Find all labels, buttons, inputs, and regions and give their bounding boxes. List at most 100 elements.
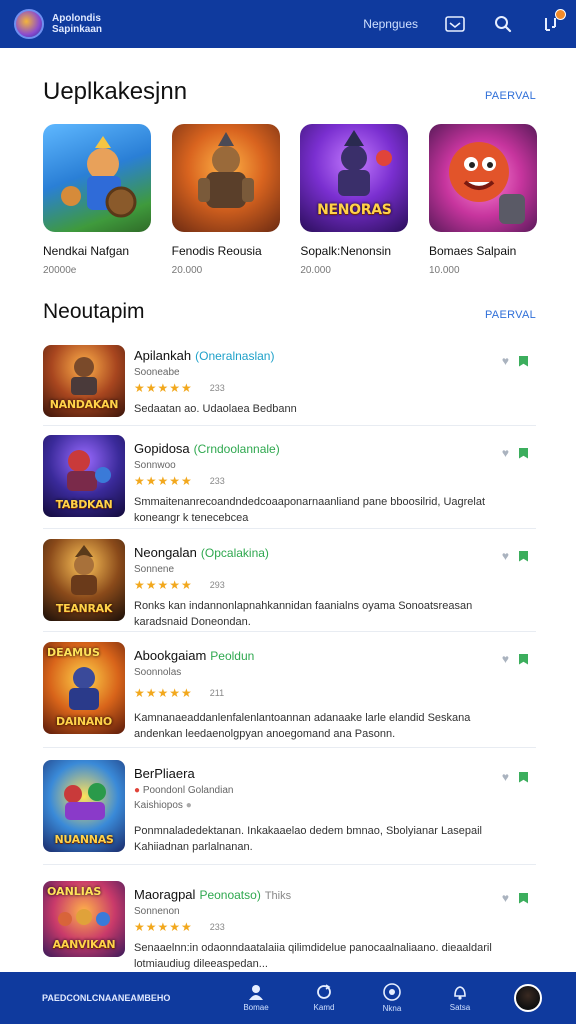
bottom-bar: PAEDCONLCNAANEAMBEHO Bomae Kamd Nkna Sat… — [0, 972, 576, 1024]
rating-count: 233 — [209, 476, 225, 486]
featured-card-title: Fenodis Reousia — [171, 244, 262, 258]
game-subtitle: Sonnene — [134, 564, 175, 575]
game-subtitle: Soonnolas — [134, 667, 182, 678]
game-subtitle: Sonnwoo — [134, 460, 176, 471]
list-item[interactable]: NUANNAS BerPliaera ● Poondonl Golandian … — [43, 748, 536, 865]
bookmark-icon[interactable] — [519, 892, 528, 904]
game-thumbnail-title: NUANNAS — [54, 833, 114, 846]
game-thumbnail-subtitle: OANLIAS — [47, 885, 102, 898]
like-icon[interactable]: ♥ — [502, 652, 509, 666]
game-description: Ponmnaladedektanan. Inkakaaelao dedem bm… — [134, 825, 482, 853]
featured-header: Ueplkakesjnn PAERVAL — [43, 78, 536, 106]
game-subtitle: ● Poondonl Golandian — [134, 785, 234, 796]
like-icon[interactable]: ♥ — [502, 446, 509, 460]
game-tag: Peonoatso) — [199, 888, 261, 902]
search-icon[interactable] — [492, 13, 514, 35]
top-nav-link[interactable]: Nepngues — [363, 17, 418, 31]
bookmark-icon[interactable] — [519, 447, 528, 459]
rating-stars: ★★★★★ — [134, 578, 193, 592]
rating-count: 211 — [209, 688, 225, 698]
nav-label: Nkna — [382, 1004, 402, 1013]
like-icon[interactable]: ♥ — [502, 354, 509, 368]
game-thumbnail-title: AANVIKAN — [52, 938, 116, 951]
featured-card-title: Bomaes Salpain — [428, 244, 517, 258]
brand-text: Apolondis Sapinkaan — [52, 13, 102, 35]
game-title: Maoragpal — [134, 887, 196, 902]
game-title: Apilankah — [134, 348, 192, 363]
game-description: Smmaitenanrecoandndedcoaaponarnaanliand … — [134, 496, 486, 524]
featured-title: Ueplkakesjnn — [43, 78, 188, 105]
list-item[interactable]: NANDAKAN Apilankah (Oneralnaslan) Sooneab… — [43, 342, 536, 426]
rating-count: 233 — [209, 922, 225, 932]
bottom-nav: Bomae Kamd Nkna Satsa — [222, 983, 562, 1013]
bookmark-icon[interactable] — [519, 550, 528, 562]
featured-card-title: Sopalk:Nenonsin — [300, 244, 392, 258]
rating-stars: ★★★★★ — [134, 474, 193, 488]
bottom-bar-label: PAEDCONLCNAANEAMBEHO — [42, 993, 171, 1003]
nav-item-refresh[interactable]: Kamd — [304, 984, 344, 1012]
bookmark-icon[interactable] — [519, 653, 528, 665]
bookmark-icon[interactable] — [519, 355, 528, 367]
notification-badge — [555, 9, 566, 20]
nav-item-home[interactable]: Bomae — [236, 984, 276, 1012]
like-icon[interactable]: ♥ — [502, 891, 509, 905]
list-item[interactable]: OANLIAS AANVIKAN Maoragpal Peonoatso) Thik… — [43, 865, 536, 970]
game-subtitle: Sonnenon — [134, 906, 180, 917]
avatar — [514, 984, 542, 1012]
brand-logo — [14, 9, 44, 39]
game-thumbnail: TEANRAK — [43, 539, 125, 621]
list-title: Neoutapim — [43, 300, 145, 323]
list-item[interactable]: DEAMUS DAINANO Abookgaiam Peoldun Soonnol… — [43, 632, 536, 748]
inbox-icon[interactable] — [444, 13, 466, 35]
list-see-all-link[interactable]: PAERVAL — [485, 309, 536, 321]
info-icon — [383, 983, 401, 1001]
rating-count: 293 — [209, 580, 225, 590]
nav-item-info[interactable]: Nkna — [372, 983, 412, 1013]
game-subtitle: Sooneabe — [134, 367, 180, 378]
nav-label: Kamd — [313, 1003, 335, 1012]
featured-card-count: 20.000 — [300, 265, 331, 276]
game-art — [428, 124, 537, 232]
bell-icon — [454, 986, 466, 1000]
featured-card-count: 20.000 — [171, 265, 203, 276]
game-thumbnail: TABDKAN — [43, 435, 125, 517]
notification-icon[interactable] — [540, 9, 566, 35]
game-art — [43, 124, 151, 232]
like-icon[interactable]: ♥ — [502, 549, 509, 563]
nav-label: Bomae — [243, 1003, 269, 1012]
game-extra: Thiks — [264, 890, 292, 902]
like-icon[interactable]: ♥ — [502, 770, 509, 784]
list-item[interactable]: TEANRAK Neongalan (Opcalakina) Sonnene ★★… — [43, 529, 536, 632]
game-description: Ronks kan indannonlapnahkannidan faanial… — [134, 600, 473, 628]
brand-line-2: Sapinkaan — [52, 24, 103, 35]
game-thumbnail: DEAMUS DAINANO — [43, 642, 125, 734]
brand[interactable]: Apolondis Sapinkaan — [14, 9, 102, 39]
game-list: NANDAKAN Apilankah (Oneralnaslan) Sooneab… — [43, 342, 536, 970]
brand-line-1: Apolondis — [52, 13, 101, 24]
featured-card[interactable]: Nendkai Nafgan 20000e — [43, 124, 151, 276]
game-art: NENORAS — [300, 124, 409, 232]
nav-label: Satsa — [449, 1003, 471, 1012]
game-tag: (Opcalakina) — [200, 546, 269, 560]
game-title: BerPliaera — [134, 766, 195, 781]
game-title: Abookgaiam — [134, 648, 207, 663]
game-publisher: Poondonl Golandian — [142, 785, 234, 796]
game-thumbnail-title: DAINANO — [56, 715, 112, 728]
person-icon — [249, 985, 263, 1000]
featured-see-all-link[interactable]: PAERVAL — [485, 90, 536, 102]
game-tag: (Oneralnaslan) — [195, 349, 275, 363]
game-description: Kamnanaeaddanlenfalenlantoannan adanaake… — [134, 712, 471, 740]
game-title: Neongalan — [134, 545, 197, 560]
game-thumbnail-subtitle: DEAMUS — [47, 646, 100, 659]
featured-card[interactable]: Fenodis Reousia 20.000 — [171, 124, 280, 276]
bookmark-icon[interactable] — [519, 771, 528, 783]
top-bar: Apolondis Sapinkaan Nepngues — [0, 0, 576, 48]
nav-item-alerts[interactable]: Satsa — [440, 984, 480, 1012]
featured-card[interactable]: NENORAS Sopalk:Nenonsin 20.000 — [300, 124, 409, 276]
game-description: Senaaelnn:in odaonndaatalaiia qilimdidel… — [134, 942, 492, 970]
rating-count: 233 — [209, 383, 225, 393]
nav-item-profile[interactable] — [508, 984, 548, 1012]
list-item[interactable]: TABDKAN Gopidosa (Crndoolannale) Sonnwoo … — [43, 426, 536, 529]
featured-card[interactable]: Bomaes Salpain 10.000 — [428, 124, 537, 276]
game-thumbnail-title: TABDKAN — [55, 498, 113, 511]
